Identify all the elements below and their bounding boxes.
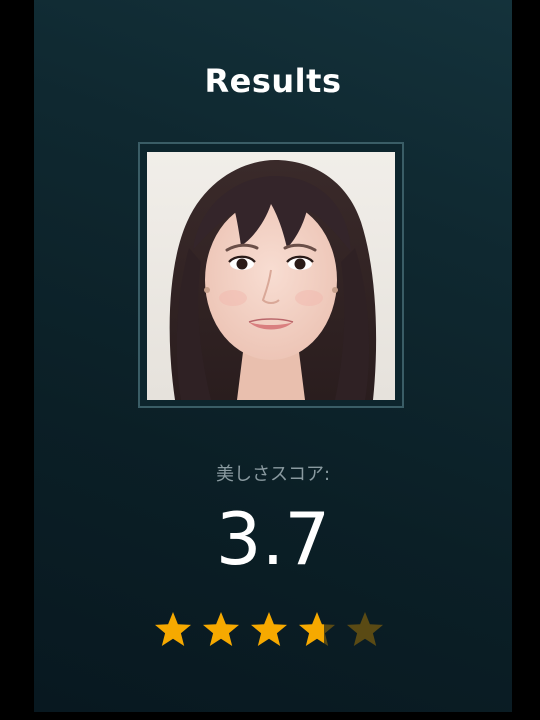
star-filled-icon [153,610,193,650]
results-card: Results 美しさスコア: 3.7 [34,0,512,712]
score-label: 美しさスコア: [215,464,331,485]
screen: Results 美しさスコア: 3.7 [0,0,540,720]
star-filled-icon [249,610,289,650]
photo-frame [138,142,404,408]
star-empty-icon [345,610,385,650]
score-value: 3.7 [215,497,331,581]
face-photo [147,152,395,400]
star-rating [153,610,393,654]
star-filled-icon [201,610,241,650]
star-partial-icon [297,610,337,650]
page-title: Results [204,62,342,100]
